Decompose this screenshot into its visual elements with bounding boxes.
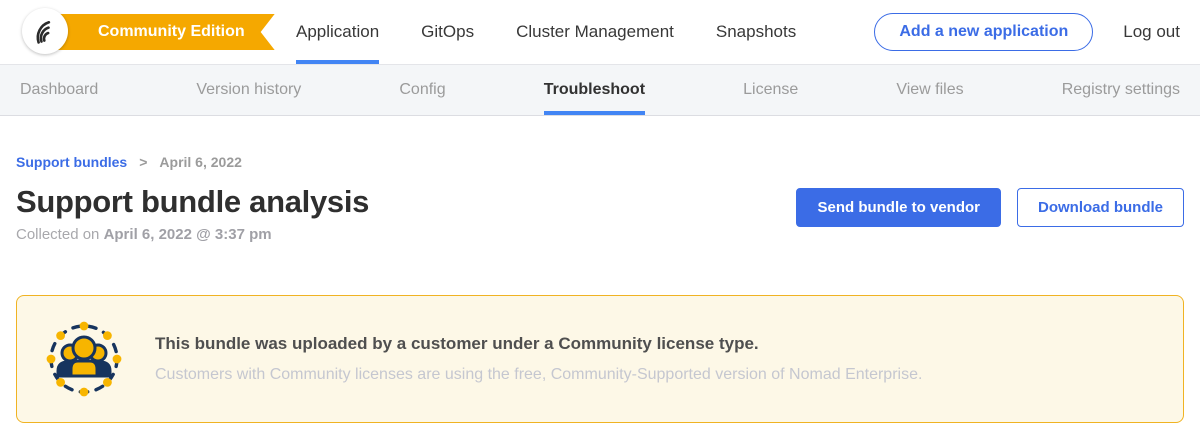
title-block: Support bundle analysis Collected on Apr… — [16, 184, 369, 243]
app-subnav: Dashboard Version history Config Trouble… — [0, 64, 1200, 116]
nav-application[interactable]: Application — [296, 0, 379, 64]
subnav-version-history[interactable]: Version history — [196, 65, 301, 115]
collected-date: April 6, 2022 @ 3:37 pm — [104, 226, 272, 243]
bundle-actions: Send bundle to vendor Download bundle — [796, 184, 1184, 227]
top-header: Community Edition Application GitOps Clu… — [0, 0, 1200, 64]
replicated-logo-icon — [30, 16, 60, 46]
breadcrumb-separator: > — [139, 154, 147, 170]
collected-timestamp: Collected on April 6, 2022 @ 3:37 pm — [16, 226, 369, 243]
nav-gitops[interactable]: GitOps — [421, 0, 474, 64]
breadcrumb-current: April 6, 2022 — [159, 154, 242, 170]
page-title: Support bundle analysis — [16, 184, 369, 220]
subnav-license[interactable]: License — [743, 65, 798, 115]
alert-title: This bundle was uploaded by a customer u… — [155, 334, 922, 354]
main-content: Support bundles > April 6, 2022 Support … — [0, 154, 1200, 423]
subnav-config[interactable]: Config — [399, 65, 445, 115]
subnav-dashboard[interactable]: Dashboard — [20, 65, 98, 115]
breadcrumb: Support bundles > April 6, 2022 — [16, 154, 1184, 170]
header-spacer — [796, 0, 874, 64]
nav-cluster-management[interactable]: Cluster Management — [516, 0, 674, 64]
primary-nav: Application GitOps Cluster Management Sn… — [296, 0, 796, 64]
subnav-registry-settings[interactable]: Registry settings — [1062, 65, 1180, 115]
send-bundle-button[interactable]: Send bundle to vendor — [796, 188, 1001, 227]
nav-snapshots[interactable]: Snapshots — [716, 0, 796, 64]
subnav-view-files[interactable]: View files — [896, 65, 963, 115]
alert-text: This bundle was uploaded by a customer u… — [155, 334, 922, 384]
download-bundle-button[interactable]: Download bundle — [1017, 188, 1184, 227]
title-row: Support bundle analysis Collected on Apr… — [16, 184, 1184, 243]
add-application-button[interactable]: Add a new application — [874, 13, 1093, 51]
community-edition-badge: Community Edition — [46, 14, 275, 50]
alert-description: Customers with Community licenses are us… — [155, 366, 922, 384]
subnav-troubleshoot[interactable]: Troubleshoot — [544, 65, 645, 115]
logout-link[interactable]: Log out — [1123, 22, 1180, 42]
brand: Community Edition — [20, 0, 256, 64]
breadcrumb-support-bundles-link[interactable]: Support bundles — [16, 154, 127, 170]
community-license-alert: This bundle was uploaded by a customer u… — [16, 295, 1184, 423]
collected-prefix: Collected on — [16, 226, 104, 243]
replicated-logo[interactable] — [22, 8, 68, 54]
community-people-icon — [45, 320, 123, 398]
